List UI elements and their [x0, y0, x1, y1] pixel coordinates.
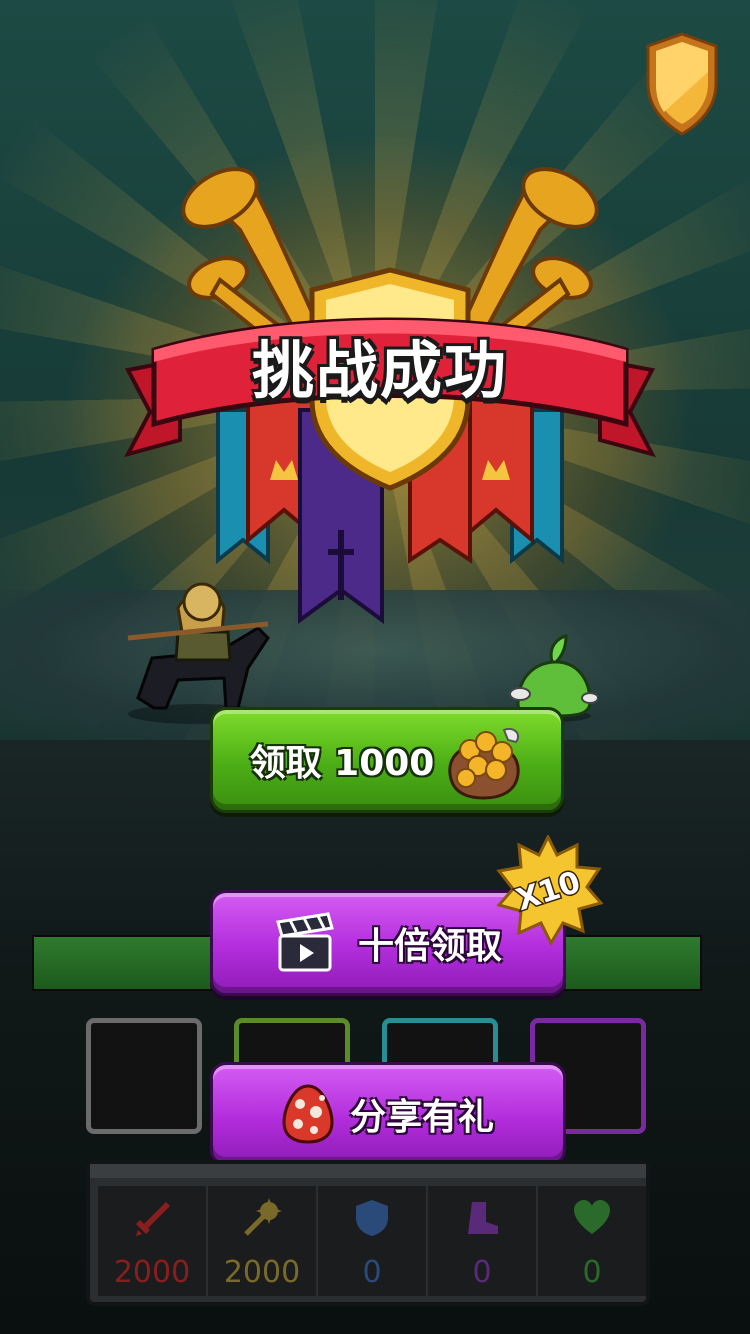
stat-attack-value: 2000 — [113, 1255, 191, 1290]
stat-health: 0 — [538, 1186, 646, 1296]
stat-skill-value: 2000 — [223, 1255, 301, 1290]
heart-icon — [574, 1200, 610, 1234]
share-gift-button[interactable]: 分享有礼 — [210, 1062, 566, 1166]
equipment-slot-common[interactable] — [86, 1018, 202, 1134]
victory-title: 挑战成功 — [251, 334, 508, 407]
claim-reward-button[interactable]: 领取 1000 — [210, 707, 564, 813]
stat-defense: 0 — [318, 1186, 426, 1296]
sword-icon — [136, 1202, 170, 1236]
rank-shield-icon[interactable] — [644, 32, 720, 136]
share-gift-label: 分享有礼 — [349, 1097, 494, 1138]
game-scene: 挑战成功 领取 1000 十倍领取 X10 分享有礼 2000 2000 0 0… — [0, 0, 750, 1334]
stats-panel: 2000 2000 0 0 0 — [86, 1160, 650, 1306]
stat-speed-value: 0 — [472, 1255, 492, 1290]
mace-icon — [244, 1198, 282, 1236]
stat-skill: 2000 — [208, 1186, 316, 1296]
claim-x10-label: 十倍领取 — [357, 926, 502, 967]
stat-health-value: 0 — [582, 1255, 602, 1290]
coin-bag-icon — [448, 728, 520, 800]
egg-icon — [282, 1084, 334, 1144]
stat-defense-value: 0 — [362, 1255, 382, 1290]
claim-reward-label: 领取 1000 — [249, 743, 435, 784]
shield-icon — [356, 1200, 388, 1236]
x10-badge: X10 — [496, 835, 603, 945]
stat-attack: 2000 — [98, 1186, 206, 1296]
stats-panel-top — [90, 1164, 646, 1178]
boot-icon — [468, 1202, 498, 1234]
hero-knight — [127, 582, 270, 724]
stat-speed: 0 — [428, 1186, 536, 1296]
video-clapper-icon — [276, 912, 334, 972]
